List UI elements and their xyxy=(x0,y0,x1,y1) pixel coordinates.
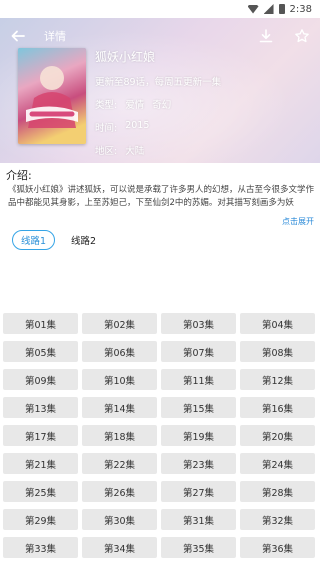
episode-button[interactable]: 第17集 xyxy=(3,425,78,446)
episode-button[interactable]: 第11集 xyxy=(161,369,236,390)
update-text: 更新至89话，每周五更新一集 xyxy=(95,77,222,88)
download-button[interactable] xyxy=(248,18,284,54)
episode-button[interactable]: 第29集 xyxy=(3,509,78,530)
arrow-left-icon xyxy=(11,30,25,42)
genre-tag[interactable]: 奇幻 xyxy=(152,97,171,111)
episode-button[interactable]: 第23集 xyxy=(161,453,236,474)
episode-button[interactable]: 第36集 xyxy=(240,537,315,558)
anime-info: 狐妖小红娘 更新至89话，每周五更新一集 类型: 爱情 奇幻 时间: 2015 … xyxy=(95,48,221,166)
episode-button[interactable]: 第16集 xyxy=(240,397,315,418)
episode-button[interactable]: 第19集 xyxy=(161,425,236,446)
back-button[interactable] xyxy=(0,18,36,54)
genre-row: 类型: 爱情 奇幻 xyxy=(95,97,221,111)
episode-button[interactable]: 第12集 xyxy=(240,369,315,390)
cover-art xyxy=(18,48,86,144)
star-outline-icon xyxy=(295,29,309,43)
favorite-button[interactable] xyxy=(284,18,320,54)
intro-heading: 介绍: xyxy=(6,169,32,182)
episode-button[interactable]: 第18集 xyxy=(82,425,157,446)
route-tab-2[interactable]: 线路2 xyxy=(63,230,104,250)
episode-grid: 第01集 第02集 第03集 第04集 第05集 第06集 第07集 第08集 … xyxy=(3,313,319,558)
episode-button[interactable]: 第04集 xyxy=(240,313,315,334)
episode-button[interactable]: 第25集 xyxy=(3,481,78,502)
episode-button[interactable]: 第28集 xyxy=(240,481,315,502)
episode-button[interactable]: 第10集 xyxy=(82,369,157,390)
genre-tag[interactable]: 爱情 xyxy=(125,97,144,111)
route-tab-1[interactable]: 线路1 xyxy=(12,230,56,250)
episode-button[interactable]: 第34集 xyxy=(82,537,157,558)
episode-button[interactable]: 第32集 xyxy=(240,509,315,530)
episode-button[interactable]: 第31集 xyxy=(161,509,236,530)
episode-button[interactable]: 第24集 xyxy=(240,453,315,474)
region-row: 地区: 大陆 xyxy=(95,143,221,157)
episode-button[interactable]: 第27集 xyxy=(161,481,236,502)
episode-button[interactable]: 第08集 xyxy=(240,341,315,362)
time-label: 时间: xyxy=(95,123,118,134)
episode-button[interactable]: 第15集 xyxy=(161,397,236,418)
episode-button[interactable]: 第30集 xyxy=(82,509,157,530)
cover-image xyxy=(18,48,86,144)
battery-icon xyxy=(278,4,285,14)
wifi-icon xyxy=(247,4,259,14)
episode-button[interactable]: 第13集 xyxy=(3,397,78,418)
page-title: 详情 xyxy=(44,30,66,43)
episode-button[interactable]: 第01集 xyxy=(3,313,78,334)
episode-button[interactable]: 第26集 xyxy=(82,481,157,502)
episode-button[interactable]: 第03集 xyxy=(161,313,236,334)
episode-button[interactable]: 第22集 xyxy=(82,453,157,474)
toolbar: 详情 xyxy=(0,18,320,54)
route-tabs: 线路1 线路2 xyxy=(12,230,104,250)
episode-button[interactable]: 第09集 xyxy=(3,369,78,390)
episode-button[interactable]: 第06集 xyxy=(82,341,157,362)
episode-button[interactable]: 第35集 xyxy=(161,537,236,558)
episode-button[interactable]: 第05集 xyxy=(3,341,78,362)
status-bar: 2:38 xyxy=(0,0,320,18)
episode-button[interactable]: 第07集 xyxy=(161,341,236,362)
episode-button[interactable]: 第14集 xyxy=(82,397,157,418)
episode-button[interactable]: 第02集 xyxy=(82,313,157,334)
download-icon xyxy=(259,29,273,43)
region-value: 大陆 xyxy=(125,146,145,157)
year-value: 2015 xyxy=(125,120,150,131)
episode-button[interactable]: 第20集 xyxy=(240,425,315,446)
expand-link[interactable]: 点击展开 xyxy=(282,216,314,227)
time-row: 时间: 2015 xyxy=(95,120,221,134)
episode-button[interactable]: 第33集 xyxy=(3,537,78,558)
signal-icon xyxy=(263,4,274,14)
update-info: 更新至89话，每周五更新一集 xyxy=(95,74,221,88)
intro-text: 《狐妖小红娘》讲述狐妖，可以说是承载了许多男人的幻想，从古至今很多文学作品中都能… xyxy=(8,185,314,208)
episode-button[interactable]: 第21集 xyxy=(3,453,78,474)
type-label: 类型: xyxy=(95,100,118,111)
status-time: 2:38 xyxy=(289,3,312,15)
region-label: 地区: xyxy=(95,146,118,157)
